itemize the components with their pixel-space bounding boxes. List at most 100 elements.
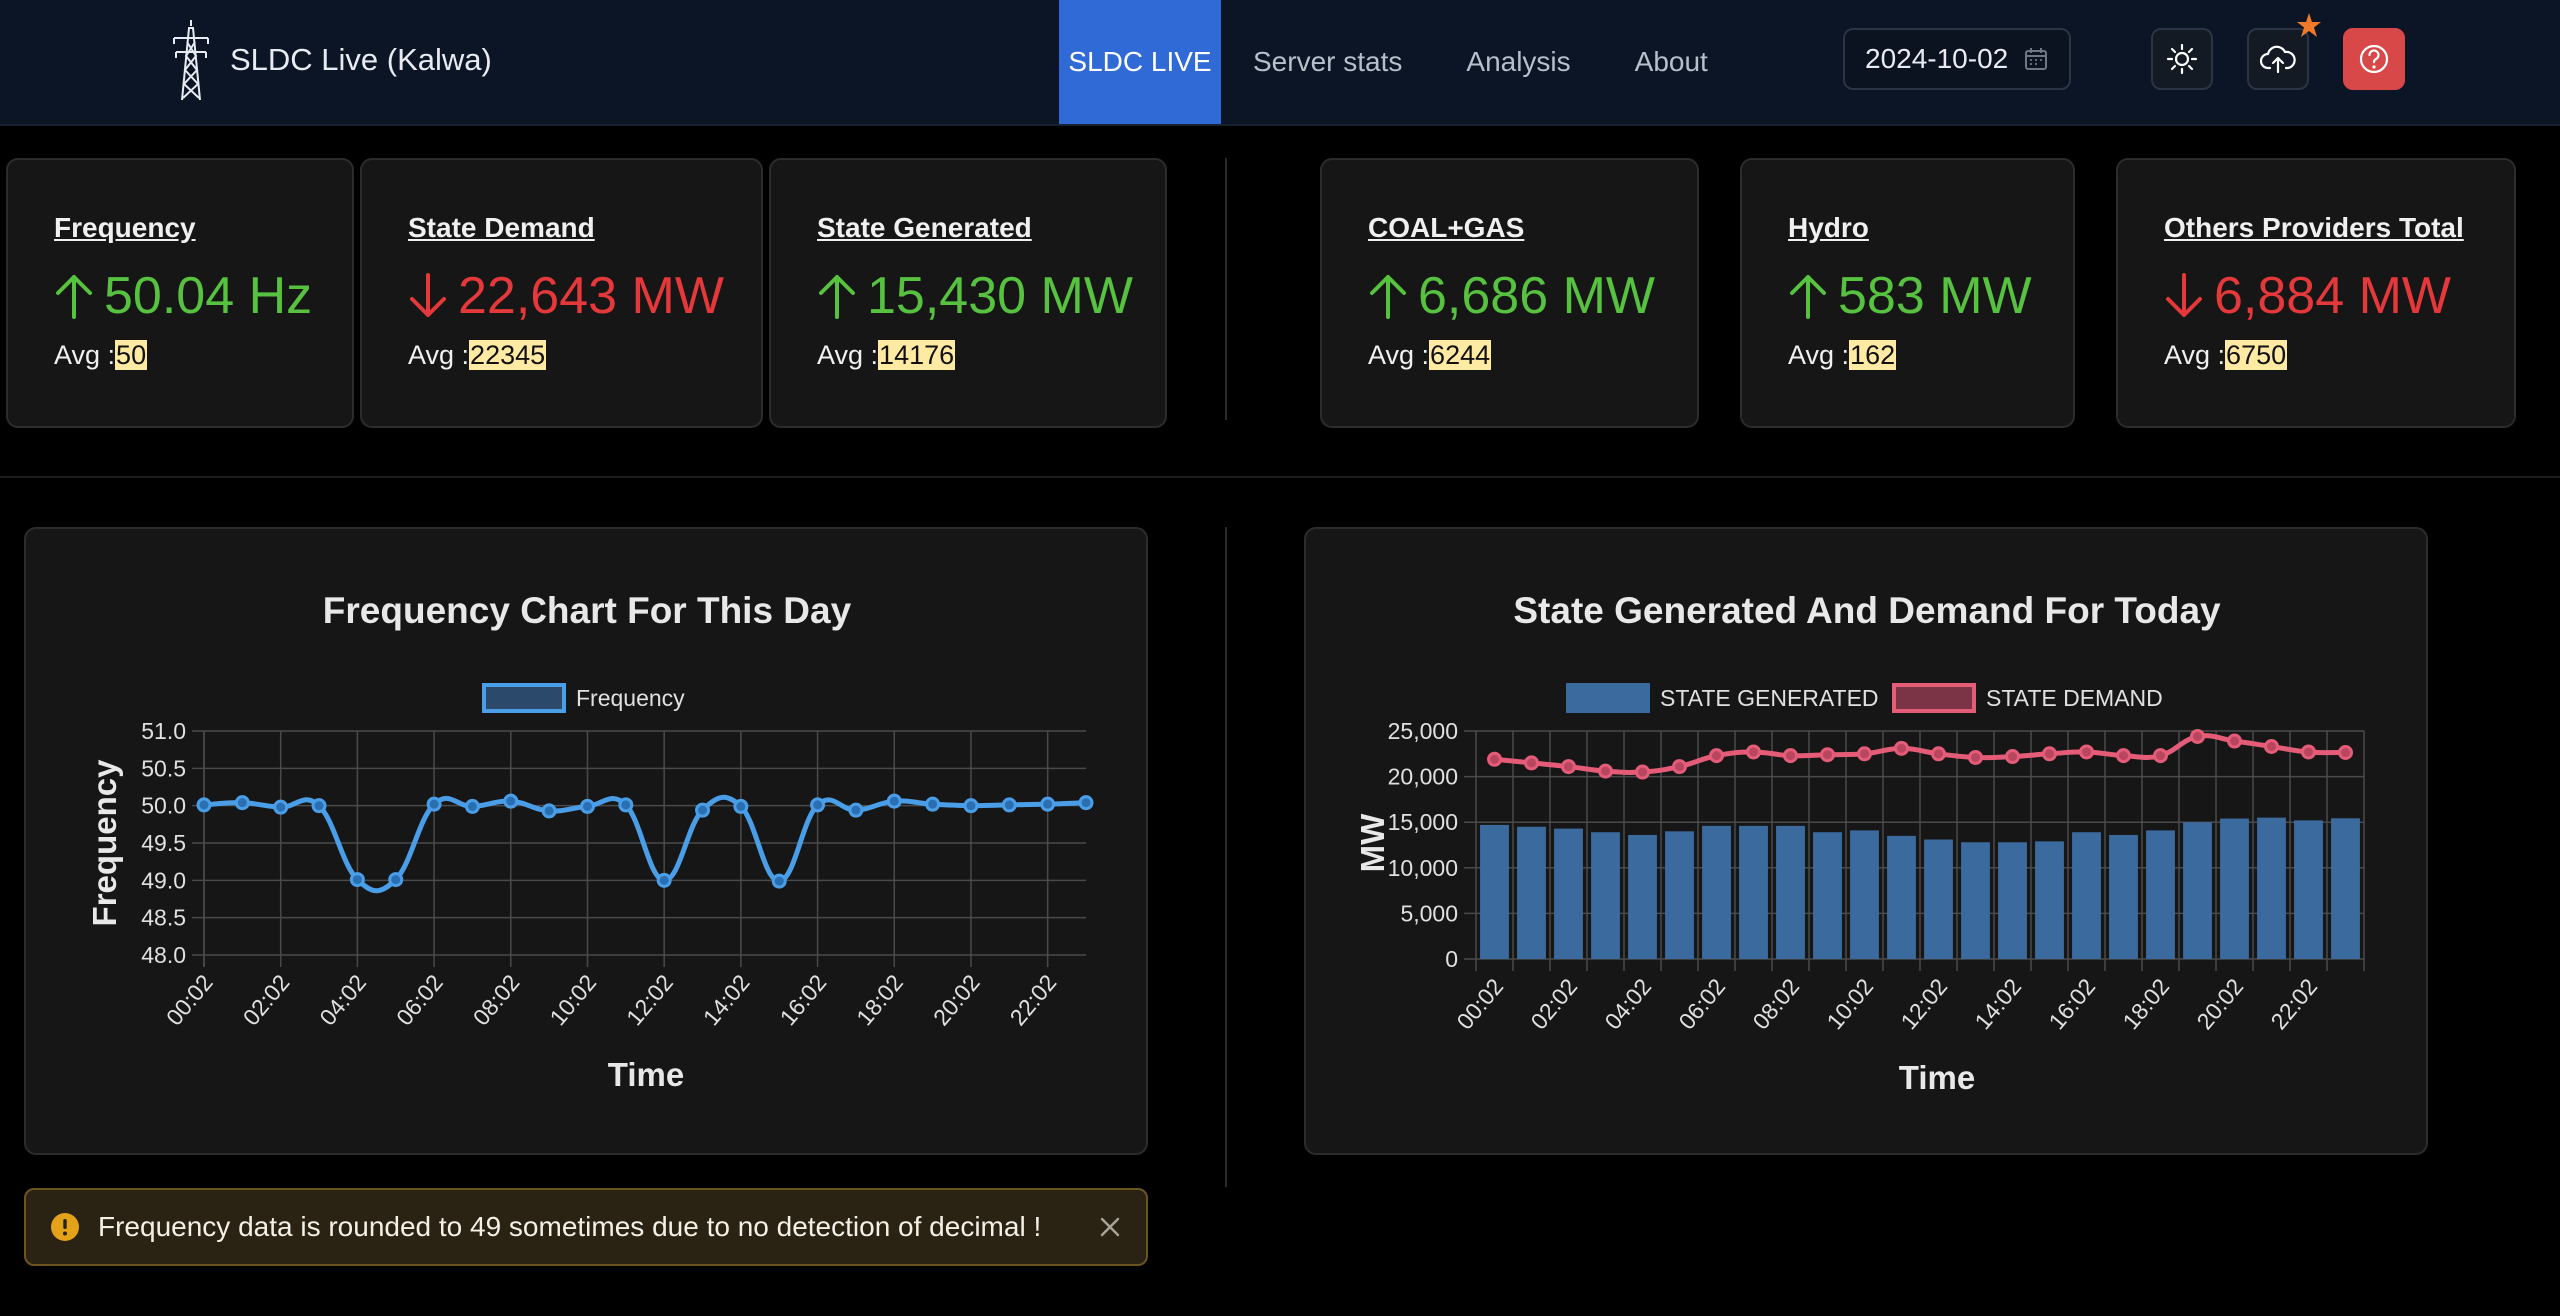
demand-data-point[interactable] — [2227, 733, 2242, 749]
generated-bar[interactable] — [1554, 828, 1583, 959]
generated-bar[interactable] — [1850, 830, 1879, 959]
frequency-data-point[interactable] — [579, 798, 595, 814]
frequency-data-point[interactable] — [196, 797, 212, 813]
demand-data-point[interactable] — [1672, 759, 1687, 775]
frequency-data-point[interactable] — [503, 793, 519, 809]
legend-label: STATE DEMAND — [1986, 685, 2163, 711]
nav-sldc-live[interactable]: SLDC LIVE — [1059, 0, 1221, 124]
demand-data-point[interactable] — [1561, 759, 1576, 775]
frequency-data-point[interactable] — [695, 802, 711, 818]
frequency-data-point[interactable] — [311, 798, 327, 814]
generated-bar[interactable] — [1628, 834, 1657, 959]
nav-server-stats[interactable]: Server stats — [1221, 0, 1434, 124]
frequency-data-point[interactable] — [426, 796, 442, 812]
stat-avg: Avg :50 — [54, 340, 352, 371]
frequency-data-point[interactable] — [618, 797, 634, 813]
demand-data-point[interactable] — [2301, 744, 2316, 760]
nav-analysis[interactable]: Analysis — [1434, 0, 1602, 124]
demand-data-point[interactable] — [2079, 744, 2094, 760]
generated-bar[interactable] — [2257, 817, 2286, 959]
stat-card-frequency: Frequency 50.04 Hz Avg :50 — [6, 158, 354, 428]
generated-bar[interactable] — [1665, 831, 1694, 959]
demand-data-point[interactable] — [1524, 755, 1539, 771]
stat-unit: MW — [1040, 267, 1133, 325]
stat-title[interactable]: Others Providers Total — [2164, 212, 2514, 244]
demand-data-point[interactable] — [1894, 740, 1909, 756]
chart-legend[interactable]: Frequency — [482, 683, 685, 713]
generated-bar[interactable] — [2183, 822, 2212, 959]
stat-title[interactable]: State Demand — [408, 212, 761, 244]
generated-bar[interactable] — [1813, 832, 1842, 959]
frequency-data-point[interactable] — [234, 795, 250, 811]
frequency-data-point[interactable] — [349, 872, 365, 888]
generated-bar[interactable] — [1924, 839, 1953, 959]
demand-data-point[interactable] — [2116, 748, 2131, 764]
stat-title[interactable]: Hydro — [1788, 212, 2073, 244]
generated-bar[interactable] — [2294, 820, 2323, 959]
generated-bar[interactable] — [1702, 825, 1731, 959]
demand-data-point[interactable] — [1635, 764, 1650, 780]
frequency-data-point[interactable] — [541, 803, 557, 819]
x-tick-label: 02:02 — [1525, 974, 1582, 1035]
generated-bar[interactable] — [2146, 830, 2175, 959]
frequency-data-point[interactable] — [733, 798, 749, 814]
demand-data-point[interactable] — [2338, 744, 2353, 760]
frequency-data-point[interactable] — [771, 873, 787, 889]
frequency-data-point[interactable] — [273, 799, 289, 815]
help-button[interactable] — [2343, 28, 2405, 90]
stat-title[interactable]: State Generated — [817, 212, 1165, 244]
generated-bar[interactable] — [1480, 824, 1509, 959]
stat-value: 50.04 Hz — [54, 266, 352, 326]
stat-title[interactable]: Frequency — [54, 212, 352, 244]
frequency-data-point[interactable] — [388, 872, 404, 888]
generated-bar[interactable] — [1998, 842, 2027, 959]
stat-unit: MW — [631, 267, 724, 325]
frequency-data-point[interactable] — [1078, 795, 1094, 811]
generated-bar[interactable] — [1517, 826, 1546, 959]
demand-data-point[interactable] — [2005, 749, 2020, 765]
stat-title[interactable]: COAL+GAS — [1368, 212, 1697, 244]
demand-data-point[interactable] — [1783, 748, 1798, 764]
demand-data-point[interactable] — [2264, 739, 2279, 755]
date-picker-input[interactable]: 2024-10-02 — [1843, 28, 2071, 90]
demand-data-point[interactable] — [2042, 746, 2057, 762]
generated-bar[interactable] — [2035, 841, 2064, 959]
demand-data-point[interactable] — [1931, 746, 1946, 762]
demand-data-point[interactable] — [1857, 746, 1872, 762]
nav-about[interactable]: About — [1603, 0, 1740, 124]
frequency-data-point[interactable] — [886, 793, 902, 809]
generated-bar[interactable] — [1776, 825, 1805, 959]
demand-data-point[interactable] — [1598, 763, 1613, 779]
generated-bar[interactable] — [2072, 832, 2101, 959]
generated-bar[interactable] — [2220, 818, 2249, 959]
generated-bar[interactable] — [1739, 825, 1768, 959]
calendar-icon[interactable] — [2023, 46, 2049, 72]
close-icon[interactable] — [1098, 1215, 1122, 1239]
y-tick-label: 49.0 — [141, 867, 186, 893]
demand-data-point[interactable] — [1968, 749, 1983, 765]
generated-bar[interactable] — [2331, 818, 2360, 959]
chart-legend-demand[interactable]: STATE DEMAND — [1892, 683, 2163, 713]
demand-data-point[interactable] — [1746, 744, 1761, 760]
brand[interactable]: SLDC Live (Kalwa) — [168, 18, 492, 102]
frequency-data-point[interactable] — [925, 796, 941, 812]
frequency-data-point[interactable] — [656, 872, 672, 888]
chart-legend-generated[interactable]: STATE GENERATED — [1566, 683, 1879, 713]
stat-value: 6,884 MW — [2164, 266, 2514, 326]
demand-data-point[interactable] — [2153, 748, 2168, 764]
generated-bar[interactable] — [2109, 834, 2138, 959]
frequency-data-point[interactable] — [963, 798, 979, 814]
generated-bar[interactable] — [1887, 835, 1916, 959]
frequency-data-point[interactable] — [464, 798, 480, 814]
generated-bar[interactable] — [1961, 842, 1990, 959]
theme-toggle-button[interactable] — [2151, 28, 2213, 90]
frequency-data-point[interactable] — [848, 802, 864, 818]
frequency-data-point[interactable] — [1040, 796, 1056, 812]
demand-data-point[interactable] — [1820, 747, 1835, 763]
generated-bar[interactable] — [1591, 832, 1620, 959]
demand-data-point[interactable] — [1709, 748, 1724, 764]
frequency-data-point[interactable] — [810, 797, 826, 813]
demand-data-point[interactable] — [2190, 728, 2205, 744]
demand-data-point[interactable] — [1487, 751, 1502, 767]
frequency-data-point[interactable] — [1001, 797, 1017, 813]
